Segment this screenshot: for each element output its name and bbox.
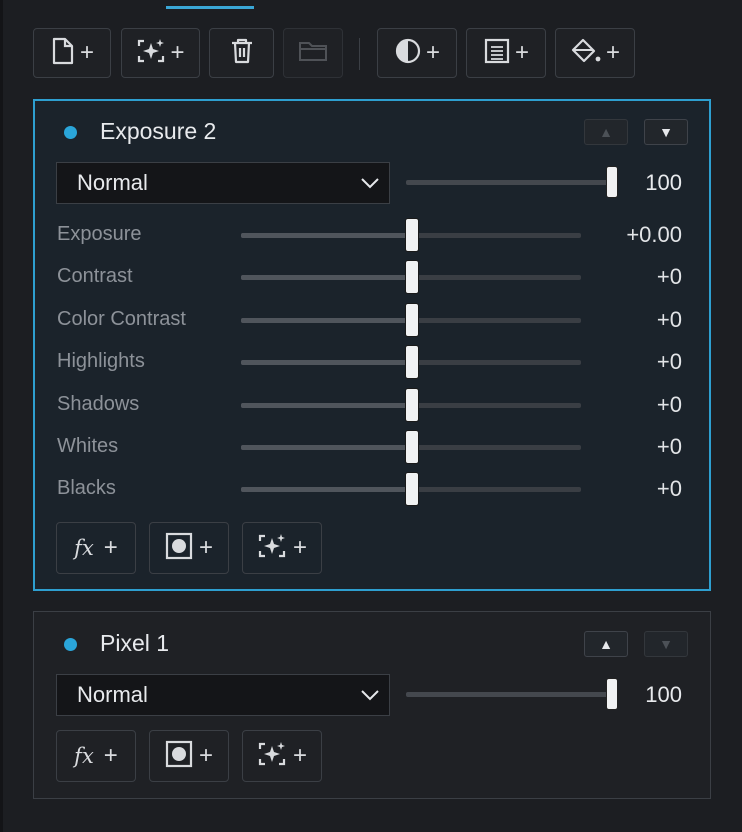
adjustment-slider-fill [241,275,411,281]
adjustment-slider-fill [241,402,411,408]
add-adjustment-button[interactable]: + [377,28,457,78]
adjustment-label: Shadows [57,392,140,415]
adjustment-value: +0 [656,349,682,375]
plus-icon: + [198,534,213,561]
new-layer-button[interactable]: + [33,28,111,78]
opacity-slider-thumb[interactable] [606,166,618,198]
delete-layer-button[interactable] [209,28,274,78]
opacity-slider-track[interactable] [406,692,612,697]
blend-mode-select[interactable]: Normal [56,674,390,716]
chevron-down-icon [359,684,381,712]
adjustment-slider-thumb[interactable] [405,345,419,380]
blend-mode-value: Normal [77,682,148,707]
panel-edge [0,0,3,832]
adjustment-slider-thumb[interactable] [405,302,419,337]
plus-icon: + [425,39,440,66]
layer-panel-exposure[interactable]: Exposure 2 ▲ ▼ Normal 100 Exposure +0.00 C… [33,99,711,591]
adjustment-slider-thumb[interactable] [405,387,419,422]
new-page-icon [50,37,76,70]
chevron-down-icon [359,172,381,200]
layer-title[interactable]: Exposure 2 [100,118,216,145]
adjustment-value: +0.00 [626,222,682,247]
adjustment-slider-fill [241,360,411,366]
plus-icon: + [605,39,620,66]
plus-icon: + [292,534,307,561]
blend-mode-select[interactable]: Normal [56,162,390,204]
add-fill-layer-button[interactable]: + [555,28,635,78]
group-folder-button[interactable] [283,28,343,78]
adjustment-slider-thumb[interactable] [405,218,419,252]
adjustment-label: Contrast [57,265,133,288]
new-ai-layer-button[interactable]: + [121,28,200,78]
adjustment-slider-thumb[interactable] [405,430,419,464]
opacity-slider-thumb[interactable] [606,678,618,710]
triangle-up-icon: ▲ [599,636,613,652]
add-ai-mask-button[interactable]: + [242,730,322,782]
plus-icon: + [103,742,118,769]
layer-title[interactable]: Pixel 1 [100,630,169,657]
plus-icon: + [103,534,118,561]
text-frame-icon [483,37,511,70]
opacity-value: 100 [645,682,682,707]
add-text-layer-button[interactable]: + [466,28,546,78]
adjustment-slider-thumb[interactable] [405,260,419,295]
adjustment-label: Color Contrast [57,307,186,330]
triangle-down-icon: ▼ [659,636,673,652]
plus-icon: + [79,39,94,66]
trash-icon [229,37,255,70]
adjustment-value: +0 [656,306,682,332]
adjustment-value: +0 [656,476,682,502]
ai-sparkle-frame-icon [136,37,166,70]
plus-icon: + [170,39,185,66]
fx-icon: fx [74,744,94,768]
layer-visibility-dot[interactable] [64,126,77,139]
adjustment-label: Whites [57,435,119,457]
plus-icon: + [514,39,529,66]
triangle-up-icon: ▲ [599,124,613,140]
layer-visibility-dot[interactable] [64,638,77,651]
mask-icon [165,740,193,773]
plus-icon: + [292,742,307,769]
add-mask-button[interactable]: + [149,522,229,574]
adjustment-label: Highlights [57,350,145,373]
active-tab-indicator [166,6,254,9]
adjustment-label: Blacks [57,477,116,500]
add-effect-button[interactable]: fx + [56,730,136,782]
ai-sparkle-frame-icon [257,532,287,565]
layer-panel-pixel[interactable]: Pixel 1 ▲ ▼ Normal 100 fx + + + [33,611,711,799]
adjustment-slider-fill [241,233,411,238]
mask-icon [165,532,193,565]
paint-bucket-icon [570,37,602,70]
move-down-button[interactable]: ▼ [644,119,688,145]
plus-icon: + [198,742,213,769]
adjustment-value: +0 [656,264,682,290]
adjustment-slider-fill [241,487,411,493]
adjustment-slider-thumb[interactable] [405,472,419,507]
half-circle-icon [394,37,422,70]
adjustment-slider-fill [241,445,411,450]
triangle-down-icon: ▼ [659,124,673,140]
move-up-button[interactable]: ▲ [584,119,628,145]
add-effect-button[interactable]: fx + [56,522,136,574]
adjustment-label: Exposure [57,223,142,245]
blend-mode-value: Normal [77,170,148,195]
fx-icon: fx [74,536,94,560]
opacity-value: 100 [645,170,682,195]
toolbar-separator [359,38,360,70]
adjustment-value: +0 [656,434,682,459]
adjustment-value: +0 [656,391,682,417]
adjustment-slider-fill [241,317,411,323]
opacity-slider-track[interactable] [406,180,612,185]
ai-sparkle-frame-icon [257,740,287,773]
folder-icon [298,39,328,68]
move-up-button[interactable]: ▲ [584,631,628,657]
add-ai-mask-button[interactable]: + [242,522,322,574]
move-down-button[interactable]: ▼ [644,631,688,657]
add-mask-button[interactable]: + [149,730,229,782]
